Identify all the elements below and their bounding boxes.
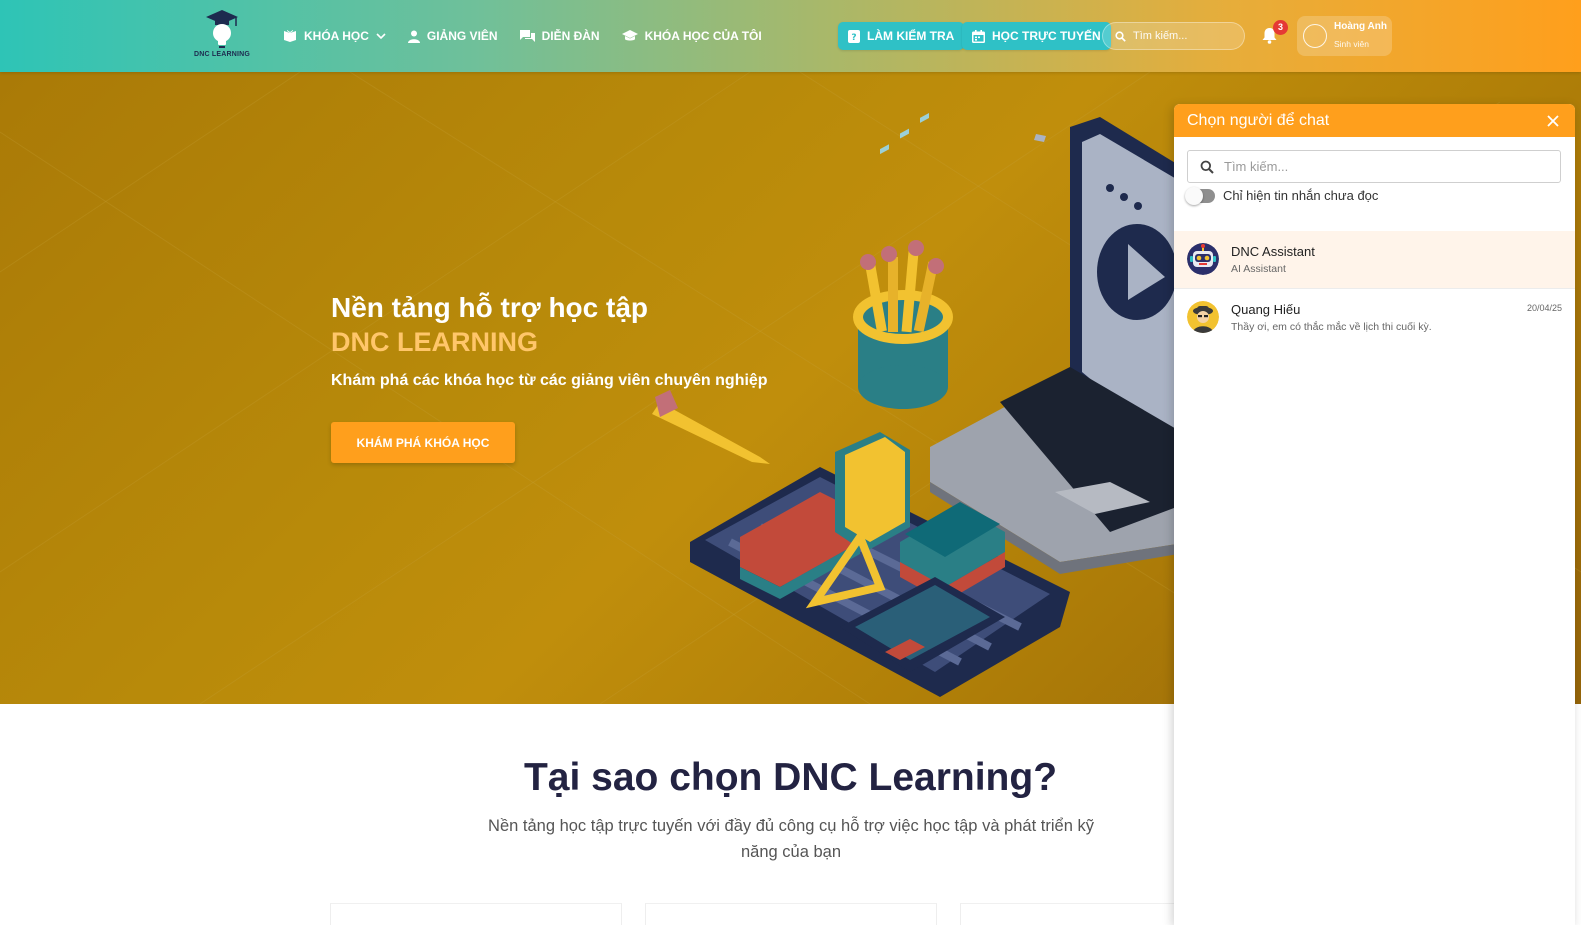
forum-icon <box>519 29 535 42</box>
lightbulb-graduation-logo-icon <box>206 10 238 48</box>
contact-last-message: Thầy ơi, em có thắc mắc về lịch thi cuối… <box>1231 321 1432 333</box>
nav-item-courses[interactable]: KHÓA HỌC <box>283 29 386 43</box>
feature-card <box>330 903 622 925</box>
nav-item-forum[interactable]: DIỄN ĐÀN <box>519 29 600 43</box>
contact-name: DNC Assistant <box>1231 244 1315 259</box>
header-search <box>1102 22 1245 50</box>
explore-courses-button[interactable]: KHÁM PHÁ KHÓA HỌC <box>331 422 515 463</box>
calendar-icon <box>972 29 985 43</box>
svg-text:?: ? <box>851 33 856 43</box>
nav-item-label: DIỄN ĐÀN <box>541 29 600 43</box>
quiz-icon: ? <box>848 29 860 43</box>
unread-only-toggle[interactable] <box>1185 186 1215 205</box>
chat-contact-item[interactable]: DNC Assistant AI Assistant <box>1174 231 1575 289</box>
person-icon <box>407 30 420 43</box>
nav-item-instructors[interactable]: GIẢNG VIÊN <box>407 29 498 43</box>
feature-card <box>960 903 1174 925</box>
take-test-label: LÀM KIỂM TRA <box>867 29 955 43</box>
online-learning-button[interactable]: HỌC TRỰC TUYẾN <box>962 22 1111 50</box>
nav-item-label: KHÓA HỌC <box>304 29 369 43</box>
header-search-input[interactable] <box>1133 30 1238 42</box>
chat-panel-title: Chọn người để chat <box>1187 111 1330 129</box>
chat-panel-header: Chọn người để chat <box>1174 104 1575 137</box>
logo-text: DNC LEARNING <box>193 51 251 58</box>
search-icon <box>1200 160 1214 174</box>
user-avatar-icon <box>1187 301 1219 333</box>
contact-date: 20/04/25 <box>1526 303 1562 313</box>
nav-item-label: GIẢNG VIÊN <box>426 29 498 43</box>
chat-search-input[interactable] <box>1224 159 1544 174</box>
chat-contact-panel: Chọn người để chat Chỉ hiện tin nhắn chư… <box>1174 104 1575 925</box>
why-section-description: Nền tảng học tập trực tuyến với đầy đủ c… <box>488 817 1094 861</box>
unread-filter: Chỉ hiện tin nhắn chưa đọc <box>1185 186 1379 205</box>
notification-count-badge: 3 <box>1273 20 1288 35</box>
hero-subtitle: Khám phá các khóa học từ các giảng viên … <box>331 372 768 389</box>
take-test-button[interactable]: ? LÀM KIỂM TRA <box>838 22 965 50</box>
unread-only-label: Chỉ hiện tin nhắn chưa đọc <box>1223 188 1379 203</box>
hero-title: Nền tảng hỗ trợ học tập <box>331 292 649 323</box>
chat-search-box <box>1187 150 1561 183</box>
feature-card <box>645 903 937 925</box>
nav-item-label: KHÓA HỌC CỦA TÔI <box>644 29 762 43</box>
nav-item-my-courses[interactable]: KHÓA HỌC CỦA TÔI <box>621 29 762 43</box>
close-chat-button[interactable] <box>1547 114 1559 127</box>
chat-contact-item[interactable]: Quang Hiếu Thầy ơi, em có thắc mắc về lị… <box>1174 289 1575 347</box>
hero-brand: DNC LEARNING <box>331 327 538 357</box>
user-avatar <box>1303 24 1327 48</box>
contact-subtitle: AI Assistant <box>1231 263 1286 275</box>
user-role: Sinh viên <box>1334 39 1369 49</box>
user-name: Hoàng Anh <box>1334 21 1387 32</box>
close-icon <box>1547 114 1559 127</box>
contact-name: Quang Hiếu <box>1231 302 1301 317</box>
main-nav: KHÓA HỌC GIẢNG VIÊN DIỄN ĐÀN KHÓA HỌC CỦ… <box>283 0 762 72</box>
online-learning-label: HỌC TRỰC TUYẾN <box>992 29 1101 43</box>
chevron-down-icon <box>376 33 386 40</box>
book-open-icon <box>284 29 296 42</box>
robot-avatar-icon <box>1187 243 1219 275</box>
site-logo[interactable]: DNC LEARNING <box>192 8 252 64</box>
top-navbar: DNC LEARNING KHÓA HỌC GIẢNG VIÊN DIỄN ĐÀ… <box>0 0 1581 72</box>
user-menu[interactable]: Hoàng Anh Sinh viên <box>1297 16 1392 56</box>
search-icon <box>1115 30 1126 42</box>
graduation-cap-icon <box>621 30 638 41</box>
